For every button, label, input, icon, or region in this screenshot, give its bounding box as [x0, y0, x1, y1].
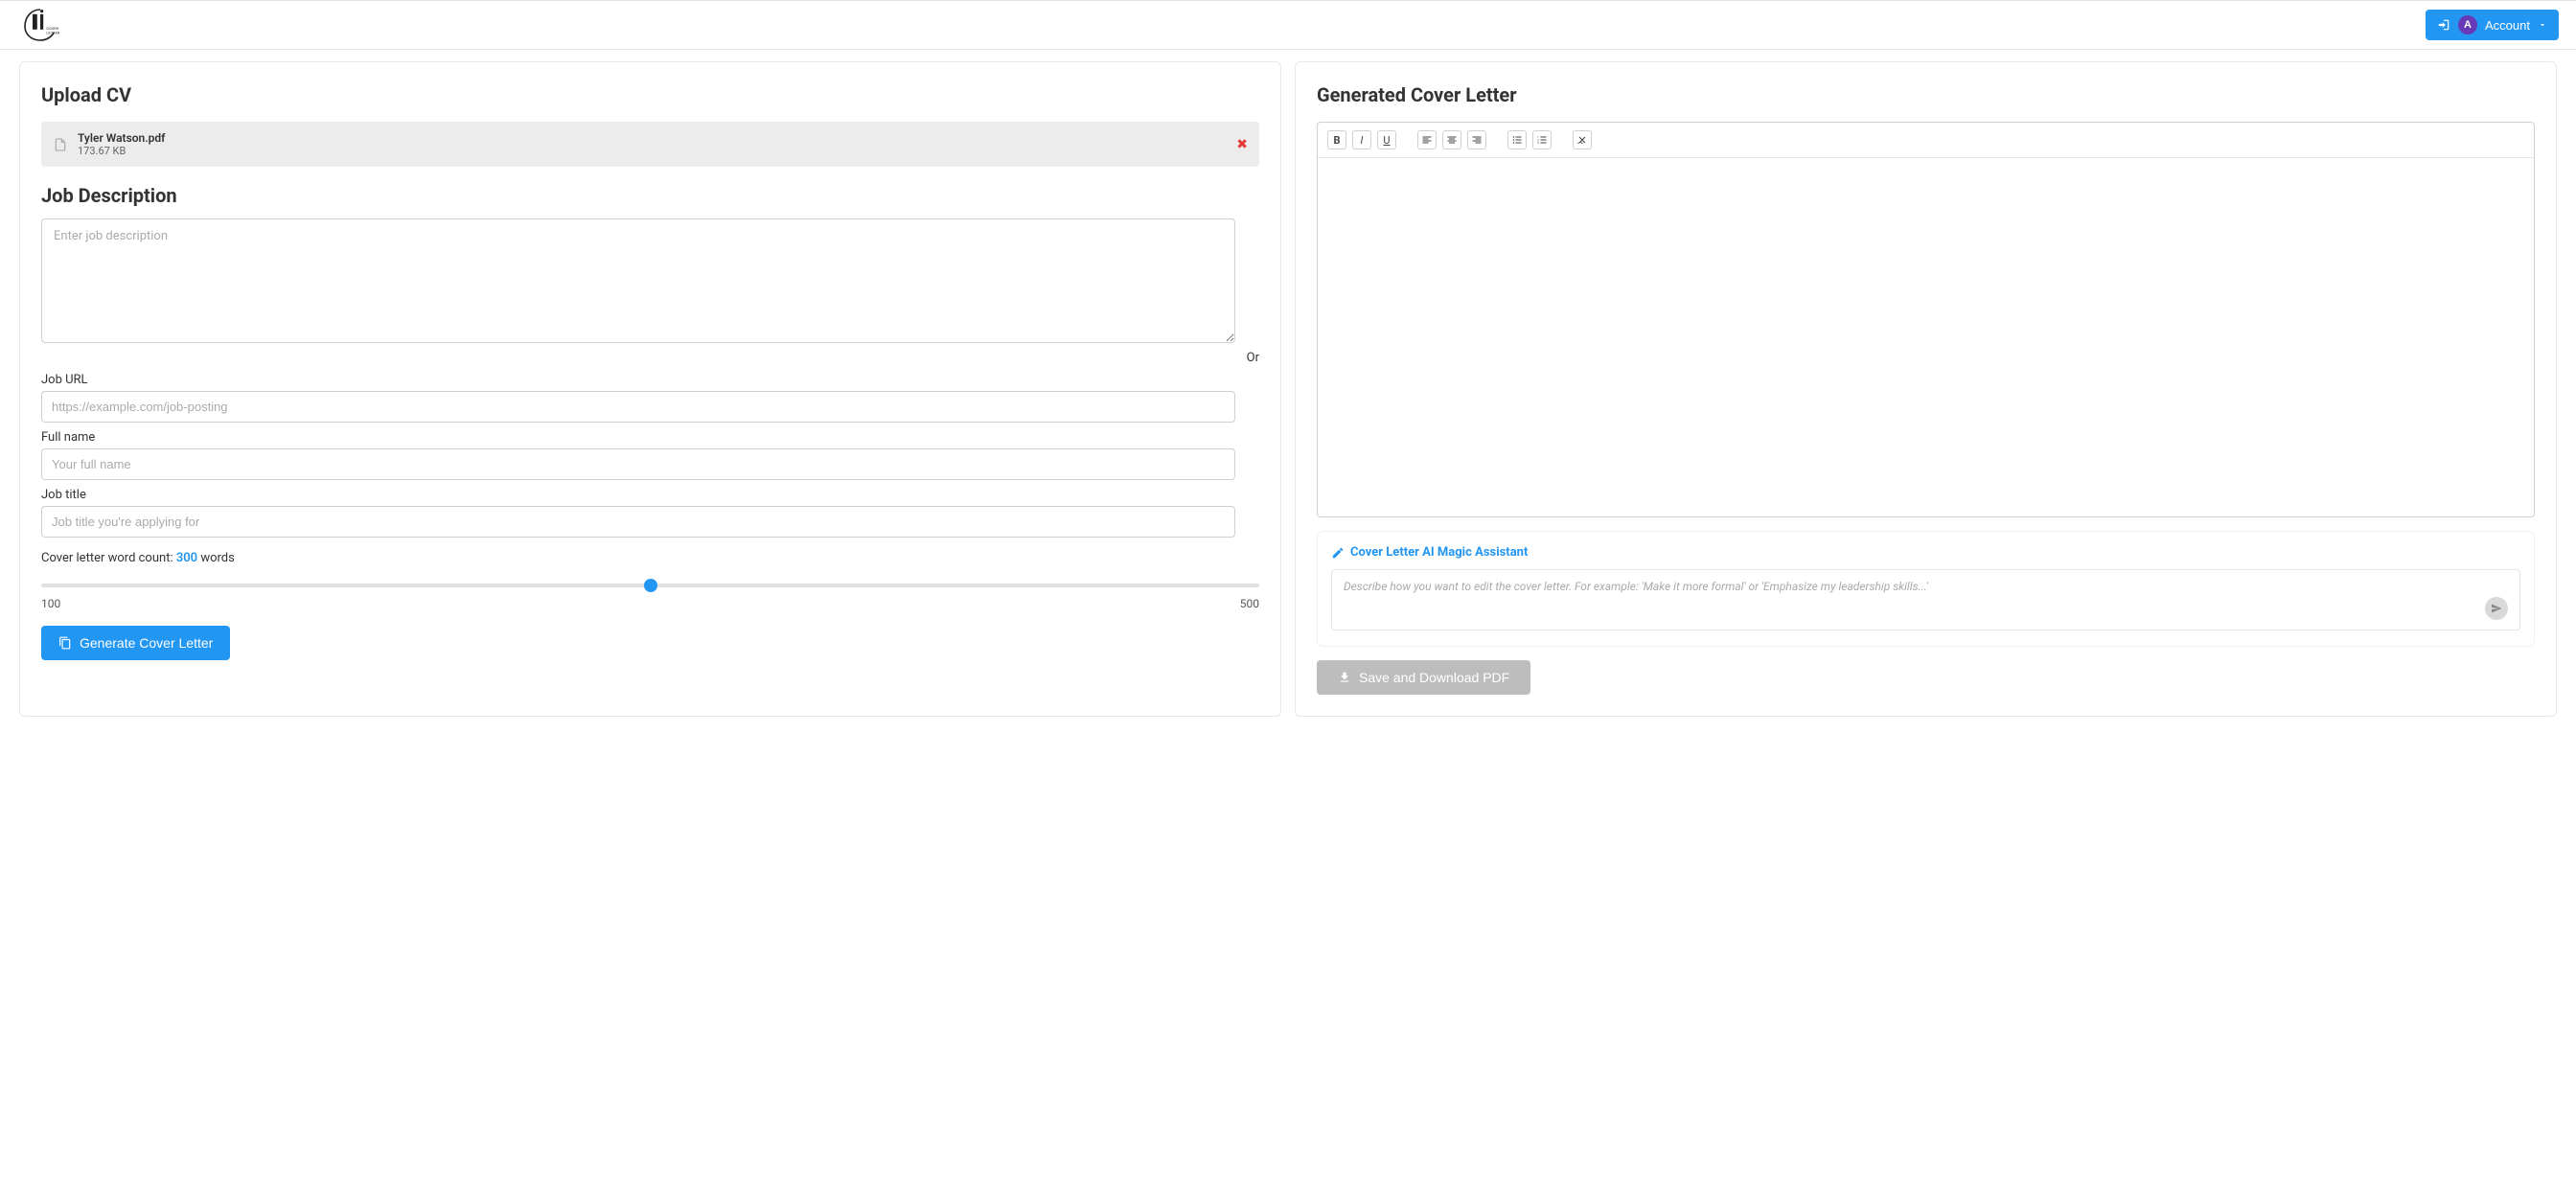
generate-button[interactable]: Generate Cover Letter — [41, 626, 230, 660]
editor: B I U 123 — [1317, 122, 2535, 517]
slider-max: 500 — [1240, 597, 1259, 610]
save-download-label: Save and Download PDF — [1359, 670, 1509, 685]
assistant-title: Cover Letter AI Magic Assistant — [1331, 545, 2520, 560]
job-url-label: Job URL — [41, 373, 1259, 387]
logo-icon: COVER LETTER — [17, 4, 63, 46]
right-panel: Generated Cover Letter B I U 123 C — [1295, 61, 2557, 717]
document-icon — [58, 636, 72, 650]
job-description-input[interactable] — [41, 218, 1235, 343]
main-content: Upload CV Tyler Watson.pdf 173.67 KB ✖ J… — [0, 50, 2576, 728]
job-description-heading: Job Description — [41, 184, 1259, 207]
upload-cv-heading: Upload CV — [41, 83, 1259, 106]
slider-min: 100 — [41, 597, 60, 610]
italic-button[interactable]: I — [1352, 130, 1371, 149]
align-right-button[interactable] — [1467, 130, 1486, 149]
uploaded-file-chip: Tyler Watson.pdf 173.67 KB ✖ — [41, 122, 1259, 167]
editor-toolbar: B I U 123 — [1318, 123, 2534, 158]
generated-heading: Generated Cover Letter — [1317, 83, 2535, 106]
sign-in-icon — [2437, 18, 2450, 32]
download-icon — [1338, 671, 1351, 684]
job-title-input[interactable] — [41, 506, 1235, 538]
chevron-down-icon — [2538, 20, 2547, 30]
remove-file-button[interactable]: ✖ — [1236, 137, 1248, 152]
full-name-label: Full name — [41, 430, 1259, 445]
file-icon — [53, 135, 68, 154]
logo[interactable]: COVER LETTER — [17, 4, 63, 46]
assistant-send-button[interactable] — [2485, 597, 2508, 620]
bullet-list-button[interactable] — [1507, 130, 1527, 149]
align-center-button[interactable] — [1442, 130, 1461, 149]
file-size: 173.67 KB — [78, 145, 165, 157]
full-name-input[interactable] — [41, 448, 1235, 480]
left-panel: Upload CV Tyler Watson.pdf 173.67 KB ✖ J… — [19, 61, 1281, 717]
bold-button[interactable]: B — [1327, 130, 1346, 149]
align-left-button[interactable] — [1417, 130, 1437, 149]
word-count-value: 300 — [176, 551, 197, 565]
job-title-label: Job title — [41, 488, 1259, 502]
word-count-label: Cover letter word count: 300 words — [41, 551, 1259, 565]
send-icon — [2491, 603, 2502, 614]
editor-body[interactable] — [1318, 158, 2534, 516]
assistant-box: Cover Letter AI Magic Assistant — [1317, 531, 2535, 647]
avatar: A — [2458, 15, 2477, 34]
file-name: Tyler Watson.pdf — [78, 131, 165, 145]
word-count-slider[interactable] — [41, 584, 1259, 587]
underline-button[interactable]: U — [1377, 130, 1396, 149]
top-bar: COVER LETTER A Account — [0, 0, 2576, 50]
assistant-input[interactable] — [1344, 580, 2475, 620]
job-url-input[interactable] — [41, 391, 1235, 423]
numbered-list-button[interactable]: 123 — [1532, 130, 1552, 149]
or-divider: Or — [41, 351, 1259, 365]
save-download-button[interactable]: Save and Download PDF — [1317, 660, 1530, 695]
svg-text:3: 3 — [1537, 141, 1539, 145]
account-label: Account — [2485, 18, 2530, 33]
file-info: Tyler Watson.pdf 173.67 KB — [78, 131, 165, 157]
clear-format-button[interactable] — [1573, 130, 1592, 149]
pencil-icon — [1331, 546, 1345, 560]
assistant-input-wrap — [1331, 569, 2520, 630]
svg-text:LETTER: LETTER — [46, 31, 60, 35]
account-button[interactable]: A Account — [2426, 10, 2559, 40]
generate-label: Generate Cover Letter — [80, 635, 213, 651]
